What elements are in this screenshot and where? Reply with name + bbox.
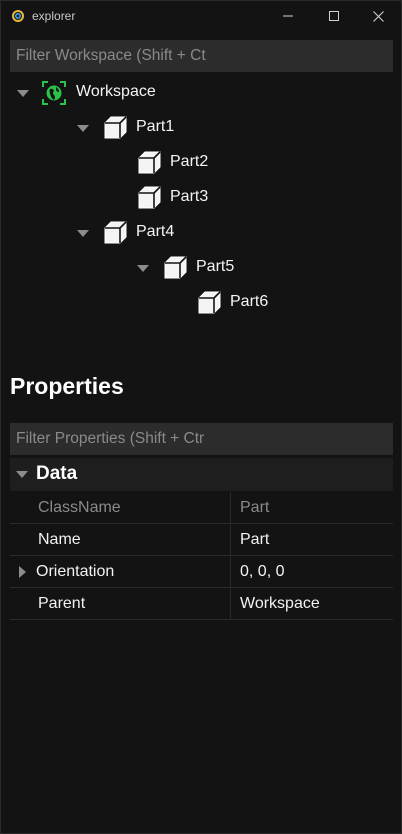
property-value-field[interactable]: Part (240, 531, 269, 549)
tree-item-part1[interactable]: Part1 (1, 113, 401, 143)
window-title: explorer (32, 9, 76, 23)
tree-item-label: Part3 (170, 188, 209, 205)
tree-item-part6[interactable]: Part6 (1, 288, 401, 318)
property-name: Orientation (36, 563, 115, 580)
maximize-button[interactable] (311, 1, 357, 31)
explorer-window: explorer Filter Workspace (Shift + Ct Wo… (0, 0, 402, 834)
cube-icon (136, 150, 162, 176)
cube-icon (102, 115, 128, 141)
app-logo-icon (11, 9, 25, 23)
expand-caret-icon[interactable] (77, 125, 89, 132)
property-row-parent[interactable]: Parent Workspace (10, 588, 393, 620)
property-name: ClassName (38, 499, 121, 516)
tree-item-label: Workspace (76, 83, 156, 100)
minimize-icon (283, 11, 293, 21)
maximize-icon (329, 11, 339, 21)
tree-item-label: Part2 (170, 153, 209, 170)
property-value: Part (240, 499, 270, 516)
column-divider[interactable] (230, 556, 231, 587)
collapse-caret-icon[interactable] (16, 471, 28, 478)
workspace-filter-input[interactable] (10, 40, 393, 72)
tree-item-label: Part4 (136, 223, 175, 240)
minimize-button[interactable] (265, 1, 311, 31)
cube-icon (162, 255, 188, 281)
property-row-name[interactable]: Name Part (10, 524, 393, 556)
section-title: Data (36, 463, 78, 484)
property-name: Name (38, 531, 81, 548)
column-divider[interactable] (230, 492, 231, 523)
tree-item-part4[interactable]: Part4 (1, 218, 401, 248)
close-icon (372, 10, 384, 22)
column-divider[interactable] (230, 524, 231, 555)
cube-icon (102, 220, 128, 246)
tree-item-part3[interactable]: Part3 (1, 183, 401, 213)
expand-caret-icon[interactable] (77, 230, 89, 237)
expand-caret-icon[interactable] (137, 265, 149, 272)
globe-icon (41, 80, 67, 106)
cube-icon (196, 290, 222, 316)
close-button[interactable] (355, 1, 401, 31)
tree-item-label: Part5 (196, 258, 235, 275)
properties-filter-input[interactable] (10, 423, 393, 455)
column-divider[interactable] (230, 588, 231, 619)
property-row-classname: ClassName Part (10, 492, 393, 524)
properties-heading: Properties (10, 373, 124, 399)
tree-item-label: Part1 (136, 118, 175, 135)
expand-caret-icon[interactable] (17, 90, 29, 97)
tree-item-part2[interactable]: Part2 (1, 148, 401, 178)
data-section-header[interactable]: Data (10, 458, 393, 491)
property-value-field[interactable]: Workspace (240, 595, 320, 613)
title-bar[interactable]: explorer (1, 1, 401, 33)
cube-icon (136, 185, 162, 211)
tree-item-label: Part6 (230, 293, 269, 310)
property-row-orientation[interactable]: Orientation 0, 0, 0 (10, 556, 393, 588)
tree-item-part5[interactable]: Part5 (1, 253, 401, 283)
tree-item-workspace[interactable]: Workspace (1, 78, 401, 108)
property-value-field[interactable]: 0, 0, 0 (240, 563, 284, 581)
expand-arrow-icon[interactable] (19, 566, 26, 578)
property-name: Parent (38, 595, 86, 612)
